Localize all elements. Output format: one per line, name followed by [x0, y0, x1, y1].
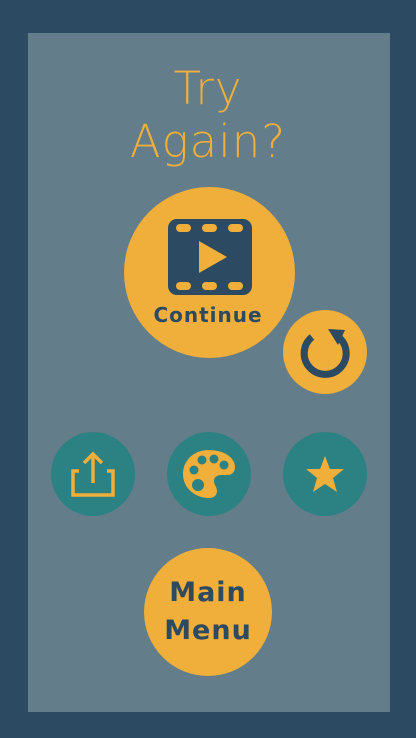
share-icon: [71, 451, 115, 497]
main-menu-label-line-2: Menu: [164, 615, 252, 646]
palette-icon: [181, 448, 237, 500]
star-icon: [304, 454, 346, 494]
main-menu-button[interactable]: Main Menu: [144, 548, 272, 676]
main-menu-label-line-1: Main: [169, 577, 247, 608]
rate-button[interactable]: [283, 432, 367, 516]
share-button[interactable]: [51, 432, 135, 516]
video-play-icon: [167, 218, 252, 295]
continue-button[interactable]: [124, 187, 295, 358]
restart-icon: [297, 324, 353, 380]
palette-button[interactable]: [167, 432, 251, 516]
main-menu-label: Main Menu: [164, 574, 252, 650]
restart-button[interactable]: [283, 310, 367, 394]
title-line-2: Again?: [129, 115, 287, 168]
page-title: Try Again?: [0, 62, 416, 168]
title-line-1: Try: [173, 62, 243, 115]
